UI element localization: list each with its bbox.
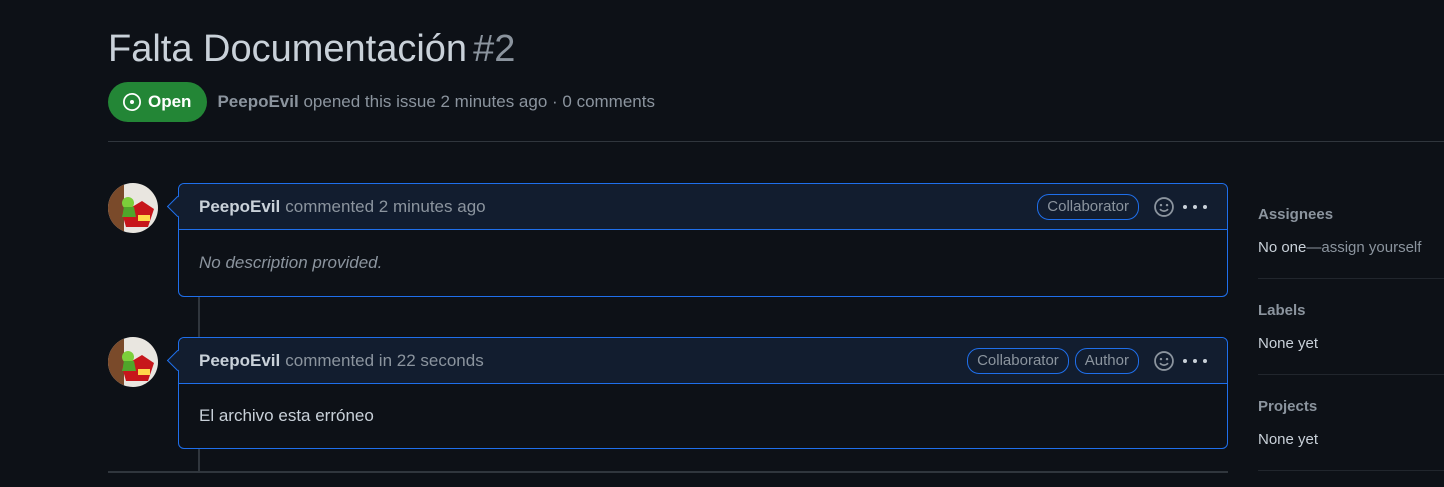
assignees-value: No one—assign yourself [1258, 239, 1444, 256]
comment-arrow [166, 349, 189, 372]
sidebar-projects: Projects None yet [1258, 398, 1444, 448]
issue-author-link[interactable]: PeepoEvil [217, 92, 298, 111]
author-badge: Author [1074, 347, 1139, 374]
comment-timestamp[interactable]: commented 2 minutes ago [285, 197, 485, 217]
comment-body: No description provided. [179, 230, 1227, 296]
sidebar-divider [1258, 278, 1444, 279]
avatar[interactable] [108, 183, 158, 233]
smiley-icon[interactable] [1153, 350, 1175, 372]
kebab-horizontal-icon[interactable] [1183, 358, 1207, 364]
state-badge: Open [108, 82, 208, 122]
comment-header: PeepoEvil commented in 22 seconds Collab… [166, 338, 1227, 384]
sidebar-divider [1258, 470, 1444, 471]
sidebar-assignees: Assignees No one—assign yourself [1258, 206, 1444, 256]
header-divider [108, 141, 1444, 142]
comment-body-text: No description provided. [199, 253, 383, 272]
comment-header: PeepoEvil commented 2 minutes ago Collab… [166, 184, 1227, 230]
sidebar-divider [1258, 374, 1444, 375]
issue-meta-detail: opened this issue 2 minutes ago · 0 comm… [303, 92, 655, 111]
comment-author-link[interactable]: PeepoEvil [199, 197, 280, 217]
comment-box: PeepoEvil commented 2 minutes ago Collab… [166, 183, 1228, 297]
smiley-icon[interactable] [1153, 196, 1175, 218]
kebab-horizontal-icon[interactable] [1183, 204, 1207, 210]
assign-yourself-link[interactable]: —assign yourself [1306, 239, 1421, 256]
labels-value: None yet [1258, 335, 1319, 352]
timeline-end-divider [108, 471, 1228, 473]
comment-body: El archivo esta erróneo [179, 384, 1227, 448]
issue-meta: Open PeepoEvil opened this issue 2 minut… [108, 82, 655, 122]
comment-arrow [166, 195, 189, 218]
issue-meta-text: PeepoEvil opened this issue 2 minutes ag… [217, 92, 655, 112]
comment-timestamp[interactable]: commented in 22 seconds [285, 351, 483, 371]
sidebar-labels: Labels None yet [1258, 302, 1444, 352]
collaborator-badge: Collaborator [967, 347, 1069, 374]
avatar-image [108, 183, 158, 233]
avatar[interactable] [108, 337, 158, 387]
issue-number: #2 [473, 28, 516, 70]
avatar-image [108, 337, 158, 387]
issue-title-text: Falta Documentación [108, 28, 468, 70]
comment-body-text: El archivo esta erróneo [199, 406, 374, 425]
projects-value: None yet [1258, 431, 1319, 448]
issue-title: Falta Documentación #2 [108, 26, 515, 72]
collaborator-badge: Collaborator [1037, 193, 1139, 220]
comment-author-link[interactable]: PeepoEvil [199, 351, 280, 371]
state-label: Open [148, 92, 192, 111]
assignees-none: No one [1258, 239, 1307, 256]
labels-heading[interactable]: Labels [1258, 302, 1444, 319]
assignees-heading[interactable]: Assignees [1258, 206, 1444, 223]
comment-box: PeepoEvil commented in 22 seconds Collab… [166, 337, 1228, 449]
projects-heading[interactable]: Projects [1258, 398, 1444, 415]
issue-opened-icon [123, 93, 141, 111]
